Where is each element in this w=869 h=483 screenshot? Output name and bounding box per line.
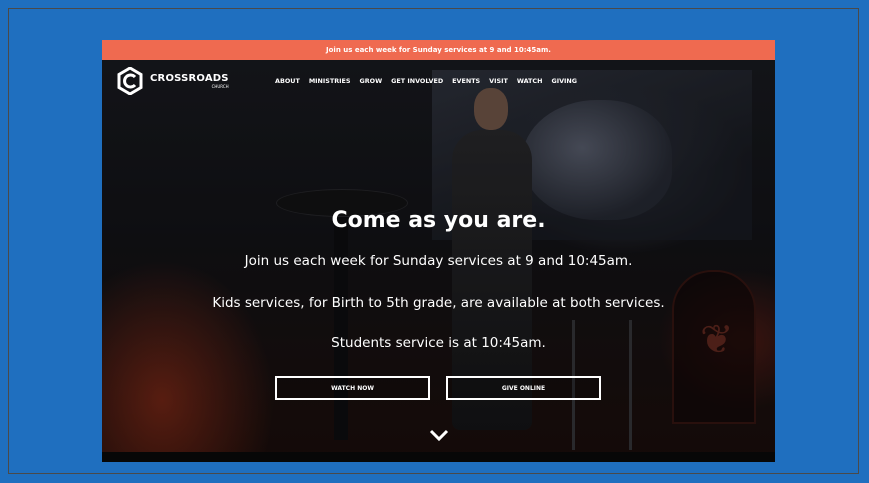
logo-wordmark: CROSSROADS CHURCH — [150, 72, 229, 89]
site-logo[interactable]: CROSSROADS CHURCH — [116, 66, 234, 96]
nav-menu: ABOUT MINISTRIES GROW GET INVOLVED EVENT… — [275, 77, 586, 85]
crossroads-logo-icon — [117, 67, 143, 95]
hero-service-times: Join us each week for Sunday services at… — [244, 253, 633, 269]
nav-item-visit[interactable]: VISIT — [489, 77, 508, 85]
website-viewport: Join us each week for Sunday services at… — [102, 40, 775, 462]
nav-item-giving[interactable]: GIVING — [551, 77, 577, 85]
chevron-down-icon[interactable] — [429, 428, 449, 442]
hero-kids-info: Kids services, for Birth to 5th grade, a… — [212, 295, 665, 311]
nav-item-about[interactable]: ABOUT — [275, 77, 300, 85]
announcement-bar: Join us each week for Sunday services at… — [102, 40, 775, 60]
main-nav: CROSSROADS CHURCH ABOUT MINISTRIES GROW … — [102, 60, 775, 102]
hero-headline: Come as you are. — [331, 208, 546, 233]
nav-item-get-involved[interactable]: GET INVOLVED — [391, 77, 443, 85]
watch-now-button[interactable]: WATCH NOW — [275, 376, 430, 400]
nav-item-grow[interactable]: GROW — [360, 77, 383, 85]
logo-subtitle: CHURCH — [211, 83, 229, 89]
nav-item-watch[interactable]: WATCH — [517, 77, 543, 85]
announcement-text: Join us each week for Sunday services at… — [326, 46, 551, 54]
nav-item-ministries[interactable]: MINISTRIES — [309, 77, 351, 85]
give-online-button[interactable]: GIVE ONLINE — [446, 376, 601, 400]
nav-item-events[interactable]: EVENTS — [452, 77, 480, 85]
logo-name: CROSSROADS — [150, 72, 229, 84]
hero-students-info: Students service is at 10:45am. — [331, 335, 546, 351]
